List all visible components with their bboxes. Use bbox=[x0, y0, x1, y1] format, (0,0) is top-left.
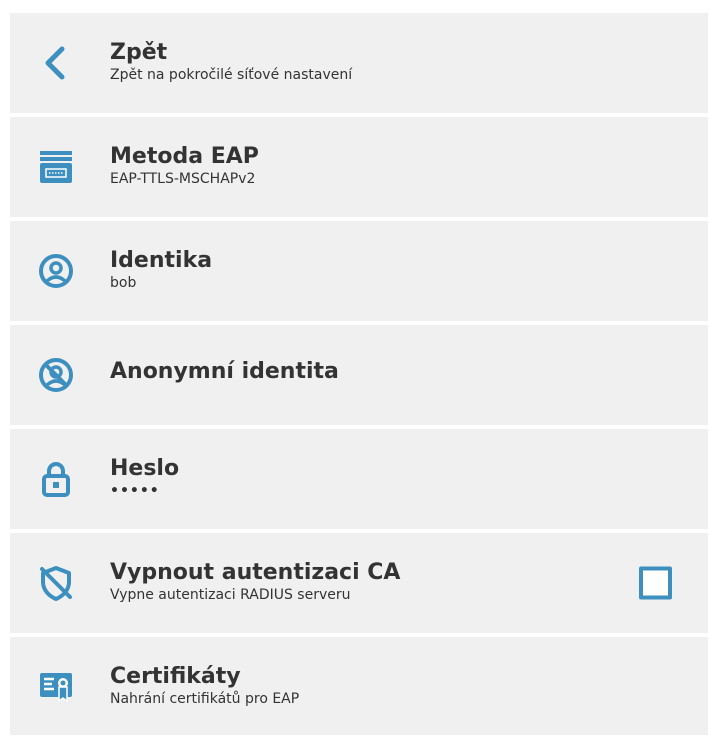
anonymous-identity-item[interactable]: Anonymní identita bbox=[10, 325, 708, 425]
password-value: ••••• bbox=[110, 483, 160, 499]
identity-icon bbox=[38, 253, 74, 289]
back-item[interactable]: Zpět Zpět na pokročilé síťové nastavení bbox=[10, 13, 708, 113]
anonymous-identity-icon bbox=[38, 357, 74, 393]
settings-list: Zpět Zpět na pokročilé síťové nastavení … bbox=[10, 13, 708, 735]
eap-method-icon bbox=[38, 149, 74, 185]
disable-ca-auth-item[interactable]: Vypnout autentizaci CA Vypne autentizaci… bbox=[10, 533, 708, 633]
disable-ca-auth-title: Vypnout autentizaci CA bbox=[110, 560, 401, 585]
eap-method-item[interactable]: Metoda EAP EAP-TTLS-MSCHAPv2 bbox=[10, 117, 708, 217]
disable-ca-auth-subtitle: Vypne autentizaci RADIUS serveru bbox=[110, 587, 351, 603]
identity-title: Identika bbox=[110, 248, 213, 273]
back-title: Zpět bbox=[110, 40, 168, 65]
identity-value: bob bbox=[110, 275, 137, 291]
eap-method-value: EAP-TTLS-MSCHAPv2 bbox=[110, 171, 256, 187]
eap-method-title: Metoda EAP bbox=[110, 144, 259, 169]
password-title: Heslo bbox=[110, 456, 180, 481]
back-subtitle: Zpět na pokročilé síťové nastavení bbox=[110, 67, 353, 83]
certificates-item[interactable]: Certifikáty Nahrání certifikátů pro EAP bbox=[10, 637, 708, 735]
password-item[interactable]: Heslo ••••• bbox=[10, 429, 708, 529]
anonymous-identity-title: Anonymní identita bbox=[110, 359, 339, 384]
certificates-title: Certifikáty bbox=[110, 664, 241, 689]
certificate-icon bbox=[38, 668, 74, 704]
shield-off-icon bbox=[38, 565, 74, 601]
lock-icon bbox=[38, 461, 74, 497]
back-chevron-icon bbox=[38, 45, 74, 81]
disable-ca-auth-checkbox[interactable] bbox=[639, 566, 672, 600]
identity-item[interactable]: Identika bob bbox=[10, 221, 708, 321]
certificates-subtitle: Nahrání certifikátů pro EAP bbox=[110, 691, 300, 707]
